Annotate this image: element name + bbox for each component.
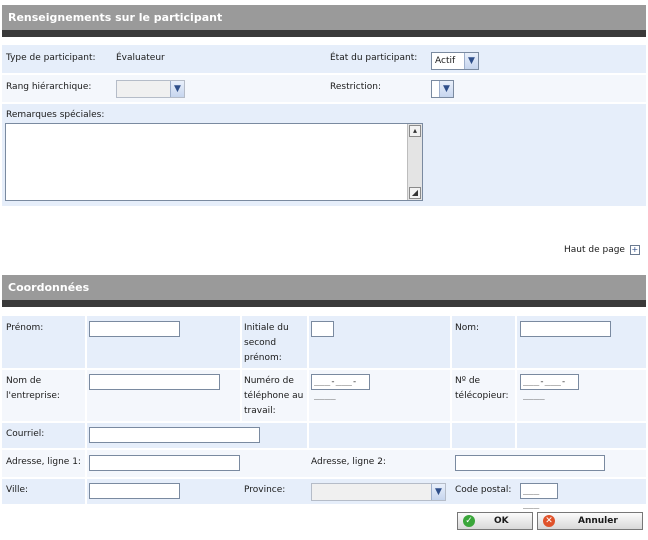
- column-divider: [307, 316, 309, 448]
- chevron-down-icon: ▼: [170, 81, 184, 97]
- code-postal-label: Code postal:: [455, 485, 512, 495]
- restriction-select[interactable]: ▼: [431, 80, 454, 98]
- ok-button-label: OK: [494, 516, 509, 526]
- province-label: Province:: [244, 485, 286, 495]
- contact-section-divider: [2, 300, 646, 307]
- remarques-label: Remarques spéciales:: [6, 110, 105, 120]
- telecopieur-input[interactable]: ___-___-____: [520, 374, 579, 401]
- nom-input[interactable]: [520, 321, 611, 337]
- chevron-down-icon: ▼: [431, 484, 445, 500]
- top-of-page-link[interactable]: Haut de page +: [564, 243, 640, 257]
- remarques-textarea[interactable]: ▴ ◢: [5, 123, 423, 201]
- tel-travail-input[interactable]: ___-___-____: [311, 374, 370, 401]
- rang-label: Rang hiérarchique:: [6, 82, 92, 92]
- prenom-label: Prénom:: [6, 323, 44, 333]
- adresse1-label: Adresse, ligne 1:: [6, 457, 81, 467]
- participant-section-title: Renseignements sur le participant: [2, 5, 646, 30]
- ville-label: Ville:: [6, 485, 29, 495]
- courriel-input[interactable]: [89, 427, 260, 443]
- plus-box-icon: +: [629, 244, 640, 255]
- nom-label: Nom:: [455, 323, 480, 333]
- column-divider: [240, 316, 242, 421]
- type-label: Type de participant:: [6, 53, 96, 63]
- cancel-button-label: Annuler: [578, 516, 618, 526]
- adresse2-label: Adresse, ligne 2:: [311, 457, 386, 467]
- cancel-button[interactable]: ✕ Annuler: [537, 512, 643, 530]
- cancel-icon: ✕: [543, 515, 555, 527]
- tel-travail-label: Numéro de téléphone au travail:: [244, 376, 304, 416]
- type-value: Évaluateur: [116, 53, 165, 63]
- remarques-scrollbar[interactable]: ▴ ◢: [407, 124, 422, 200]
- chevron-down-icon: ▼: [439, 81, 453, 97]
- top-of-page-label: Haut de page: [564, 245, 625, 255]
- resize-grip-icon[interactable]: ◢: [409, 187, 421, 199]
- entreprise-input[interactable]: [89, 374, 220, 390]
- participant-row-rang: [2, 75, 646, 102]
- participant-row-type: [2, 45, 646, 73]
- telecopieur-label: Nº de télécopieur:: [455, 376, 509, 401]
- province-select[interactable]: ▼: [311, 483, 446, 501]
- column-divider: [450, 316, 452, 448]
- adresse2-input[interactable]: [455, 455, 605, 471]
- rang-select[interactable]: ▼: [116, 80, 185, 98]
- restriction-label: Restriction:: [330, 82, 382, 92]
- etat-select-value: Actif: [435, 56, 456, 66]
- etat-select[interactable]: Actif ▼: [431, 52, 479, 70]
- etat-label: État du participant:: [330, 53, 418, 63]
- column-divider: [515, 316, 517, 448]
- prenom-input[interactable]: [89, 321, 180, 337]
- check-icon: ✓: [463, 515, 475, 527]
- participant-section-divider: [2, 30, 646, 37]
- chevron-down-icon: ▼: [464, 53, 478, 69]
- entreprise-label: Nom de l'entreprise:: [6, 376, 60, 401]
- adresse1-input[interactable]: [89, 455, 240, 471]
- code-postal-input[interactable]: ___ ___: [520, 483, 558, 510]
- initiale-input[interactable]: [311, 321, 334, 337]
- ok-button[interactable]: ✓ OK: [457, 512, 533, 530]
- contact-section-title: Coordonnées: [2, 275, 646, 300]
- scroll-up-icon[interactable]: ▴: [409, 125, 421, 137]
- column-divider: [85, 316, 87, 504]
- courriel-label: Courriel:: [6, 429, 45, 439]
- ville-input[interactable]: [89, 483, 180, 499]
- initiale-label: Initiale du second prénom:: [244, 323, 289, 363]
